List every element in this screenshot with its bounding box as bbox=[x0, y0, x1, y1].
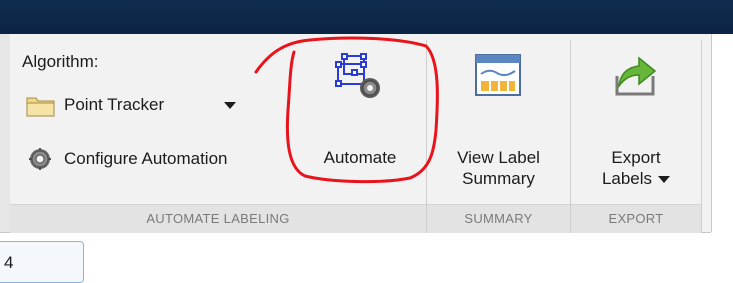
view-label-summary-line2: Summary bbox=[462, 169, 535, 188]
label-summary-icon bbox=[475, 54, 521, 96]
export-arrow-icon bbox=[615, 56, 657, 96]
view-label-summary-line1: View Label bbox=[457, 148, 540, 167]
document-tab-label: 4 bbox=[4, 253, 14, 272]
ribbon-edge bbox=[0, 34, 10, 232]
ribbon-side-panel bbox=[711, 34, 733, 232]
summary-group: View Label Summary SUMMARY bbox=[427, 34, 570, 233]
algorithm-label: Algorithm: bbox=[22, 52, 99, 71]
document-area: 4 bbox=[0, 233, 733, 283]
toolstrip-ribbon: Algorithm: Point Tracker Configure Autom… bbox=[0, 34, 711, 233]
group-label-automate-labeling: AUTOMATE LABELING bbox=[10, 204, 426, 233]
export-labels-button[interactable]: Export Labels bbox=[577, 44, 695, 194]
export-labels-line1: Export bbox=[611, 148, 661, 167]
chevron-down-icon bbox=[224, 102, 236, 109]
automate-label: Automate bbox=[323, 148, 397, 167]
group-label-export: EXPORT bbox=[571, 204, 701, 233]
gear-icon bbox=[29, 148, 51, 170]
algorithm-value: Point Tracker bbox=[64, 95, 165, 114]
automate-labeling-group: Algorithm: Point Tracker Configure Autom… bbox=[10, 34, 426, 233]
group-label-summary: SUMMARY bbox=[427, 204, 570, 233]
export-labels-line2: Labels bbox=[601, 169, 653, 188]
automate-button[interactable]: Automate bbox=[302, 44, 418, 194]
export-labels-line2-row: Labels bbox=[577, 168, 695, 189]
group-separator bbox=[701, 40, 702, 232]
chevron-down-icon bbox=[658, 176, 671, 184]
window-titlebar bbox=[0, 0, 733, 34]
folder-icon bbox=[26, 97, 55, 117]
export-group: Export Labels EXPORT bbox=[571, 34, 701, 233]
configure-automation-label: Configure Automation bbox=[64, 149, 228, 168]
automate-network-gear-icon bbox=[335, 53, 380, 98]
view-label-summary-button[interactable]: View Label Summary bbox=[435, 44, 562, 194]
